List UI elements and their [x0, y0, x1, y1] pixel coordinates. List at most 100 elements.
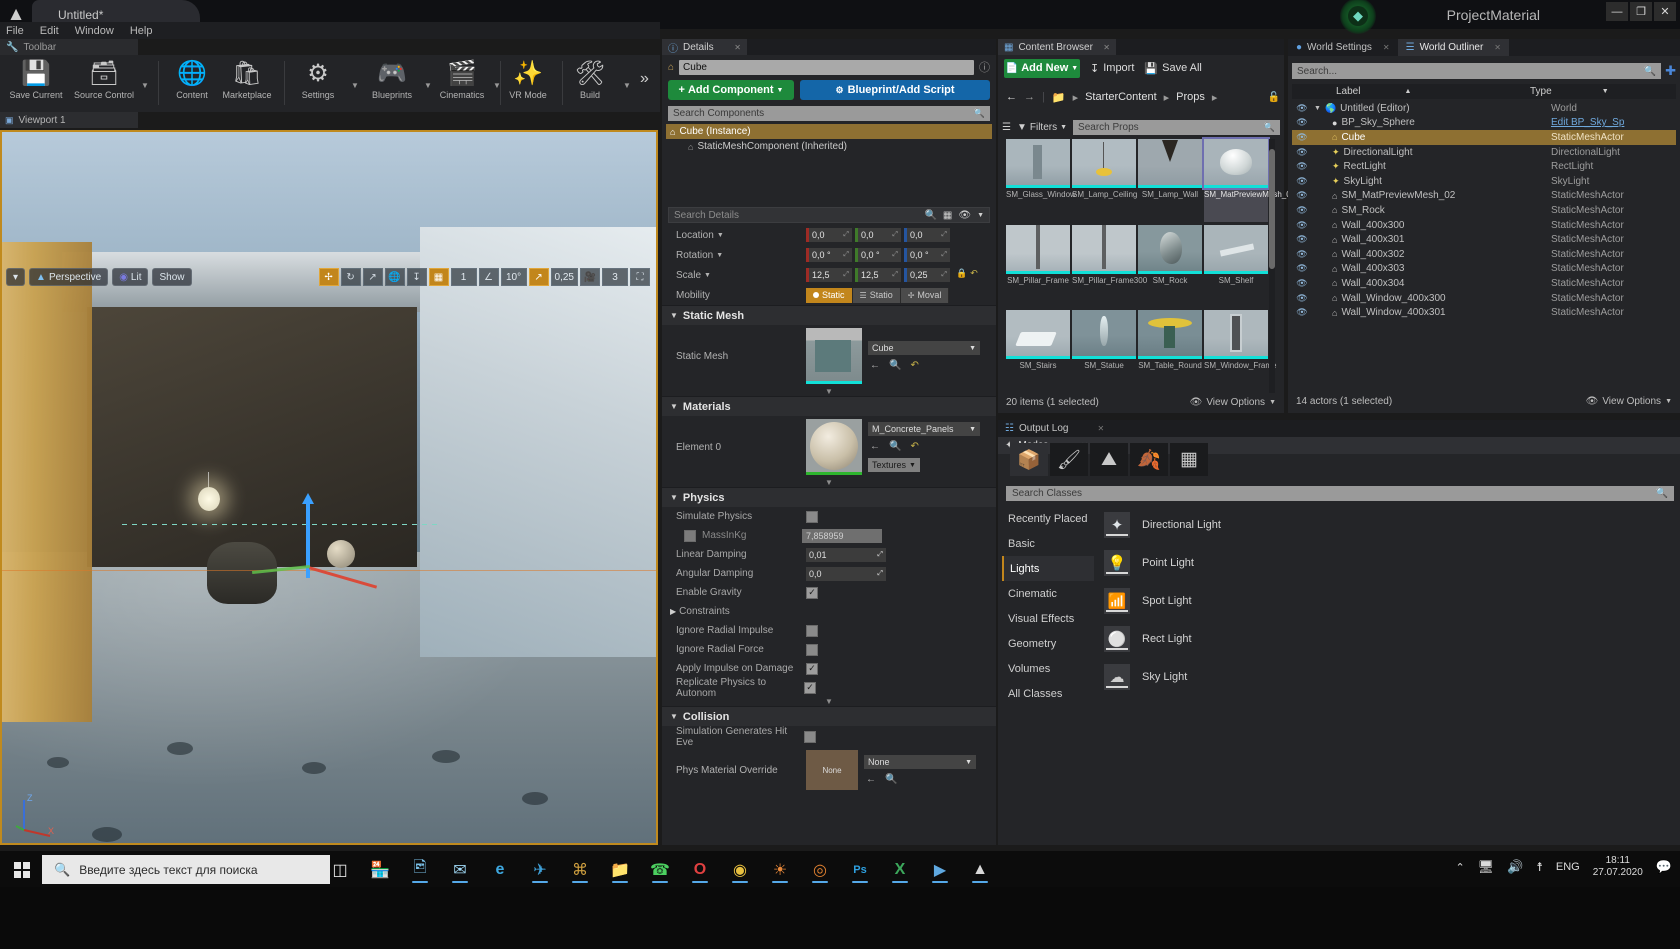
outliner-row-cube[interactable]: 👁 ⌂ Cube StaticMeshActor	[1292, 130, 1676, 145]
breadcrumb-starter-content[interactable]: StarterContent	[1085, 91, 1157, 103]
asset-tile[interactable]: SM_Window_Frame	[1204, 310, 1276, 393]
paint-mode-icon[interactable]: 🖌	[1050, 443, 1088, 476]
translate-gizmo-icon[interactable]: ✢	[318, 268, 339, 286]
minimize-button[interactable]: —	[1606, 2, 1628, 21]
tab-close-icon[interactable]: ✕	[1494, 43, 1501, 52]
mass-override-checkbox[interactable]	[684, 529, 696, 542]
mobility-static-button[interactable]: Static	[806, 287, 853, 303]
opera-icon[interactable]: O	[685, 855, 715, 884]
save-all-button[interactable]: 💾 Save All	[1144, 62, 1201, 75]
photos-icon[interactable]: 🖻	[405, 855, 435, 884]
cinematics-button[interactable]: 🎬 Cinematics	[430, 57, 494, 110]
simulation-generates-hit-events-checkbox[interactable]	[804, 731, 816, 743]
help-circle-icon[interactable]: ⓘ	[979, 59, 990, 75]
visibility-eye-icon[interactable]: 👁	[1292, 307, 1312, 318]
add-plus-icon[interactable]: ✚	[1665, 63, 1676, 79]
lock-icon[interactable]: 🔒	[956, 268, 967, 282]
location-x-field[interactable]: 0,0 ⤢	[806, 228, 852, 242]
outliner-row-wall-400x303[interactable]: 👁 ⌂ Wall_400x303 StaticMeshActor	[1292, 262, 1676, 277]
visibility-eye-icon[interactable]: 👁	[1292, 103, 1312, 114]
grid-snap-icon[interactable]: ▦	[428, 268, 449, 286]
viewport-options-dropdown[interactable]: ▾	[6, 268, 26, 286]
outliner-row-bp-sky-sphere[interactable]: 👁 ● BP_Sky_Sphere Edit BP_Sky_Sp	[1292, 116, 1676, 131]
visibility-eye-icon[interactable]: 👁	[1292, 176, 1312, 187]
file-explorer-icon[interactable]: 📁	[605, 855, 635, 884]
world-outliner-view-options[interactable]: View Options	[1602, 396, 1661, 407]
content-browser-search-input[interactable]: Search Props 🔍	[1073, 120, 1280, 135]
visibility-eye-icon[interactable]: 👁	[1292, 293, 1312, 304]
tab-close-icon[interactable]: ✕	[1097, 424, 1104, 433]
outliner-row-wall-400x300[interactable]: 👁 ⌂ Wall_400x300 StaticMeshActor	[1292, 218, 1676, 233]
place-mode-icon[interactable]: 📦	[1010, 443, 1048, 476]
modes-search-input[interactable]: Search Classes 🔍	[1006, 486, 1674, 501]
component-root-row[interactable]: ⌂ Cube (Instance)	[666, 124, 992, 139]
source-control-caret-icon[interactable]: ▼	[141, 81, 149, 90]
outliner-row-sm-rock[interactable]: 👁 ⌂ SM_Rock StaticMeshActor	[1292, 203, 1676, 218]
geometry-editing-icon[interactable]: ▦	[1170, 443, 1208, 476]
place-entry-spot-light[interactable]: 📶 Spot Light	[1100, 582, 1670, 620]
mode-category-visual-effects[interactable]: Visual Effects	[1002, 606, 1094, 631]
details-tab-close-icon[interactable]: ✕	[734, 43, 741, 52]
enable-gravity-checkbox[interactable]: ✓	[806, 586, 818, 599]
visibility-eye-icon[interactable]: 👁	[1292, 205, 1312, 216]
marketplace-button[interactable]: 🛍 Marketplace	[215, 57, 279, 110]
world-outliner-search-input[interactable]: Search... 🔍	[1292, 63, 1662, 79]
place-entry-point-light[interactable]: 💡 Point Light	[1100, 544, 1670, 582]
place-entry-rect-light[interactable]: ⚪ Rect Light	[1100, 620, 1670, 658]
mode-category-recently-placed[interactable]: Recently Placed	[1002, 506, 1094, 531]
outliner-row-wall-400x301[interactable]: 👁 ⌂ Wall_400x301 StaticMeshActor	[1292, 232, 1676, 247]
whatsapp-icon[interactable]: ☎	[645, 855, 675, 884]
outliner-row-wall-window-400x300[interactable]: 👁 ⌂ Wall_Window_400x300 StaticMeshActor	[1292, 291, 1676, 306]
scale-snap-icon[interactable]: ↗	[528, 268, 549, 286]
column-label-header[interactable]: Label	[1336, 86, 1360, 97]
tray-chevron-icon[interactable]: ⌃	[1455, 861, 1464, 874]
scale-x-field[interactable]: 12,5 ⤢	[806, 268, 852, 282]
mode-category-volumes[interactable]: Volumes	[1002, 656, 1094, 681]
add-new-button[interactable]: 📄 Add New ▼	[1004, 58, 1080, 78]
chevron-down-icon[interactable]: ▼	[977, 212, 984, 219]
outliner-type-link[interactable]: Edit BP_Sky_Sp	[1551, 117, 1676, 128]
visibility-eye-icon[interactable]: 👁	[1292, 278, 1312, 289]
sources-panel-icon[interactable]: ☰	[1002, 122, 1011, 133]
world-coordinate-icon[interactable]: 🌐	[384, 268, 405, 286]
filters-button[interactable]: ▼ Filters ▼	[1017, 122, 1067, 133]
asset-tile[interactable]: SM_Rock	[1138, 224, 1202, 308]
outliner-row-wall-400x304[interactable]: 👁 ⌂ Wall_400x304 StaticMeshActor	[1292, 276, 1676, 291]
build-button[interactable]: 🛠 Build	[558, 57, 622, 110]
outliner-row-sm-matpreviewmesh-02[interactable]: 👁 ⌂ SM_MatPreviewMesh_02 StaticMeshActor	[1292, 189, 1676, 204]
angular-damping-field[interactable]: 0,0 ⤢	[806, 566, 886, 581]
maximize-viewport-icon[interactable]: ⛶	[630, 268, 650, 286]
asset-tile[interactable]: SM_Statue	[1072, 310, 1136, 393]
microsoft-store-icon[interactable]: 🏪	[365, 855, 395, 884]
add-component-button[interactable]: + Add Component ▼	[668, 80, 794, 100]
show-menu-button[interactable]: Show	[152, 268, 192, 286]
search-components-input[interactable]: Search Components 🔍	[668, 106, 990, 121]
outliner-row-wall-window-400x301[interactable]: 👁 ⌂ Wall_Window_400x301 StaticMeshActor	[1292, 305, 1676, 320]
video-icon[interactable]: ▶	[925, 855, 955, 884]
visibility-eye-icon[interactable]: 👁	[1292, 117, 1312, 128]
outliner-row-sky-light[interactable]: 👁 ✦ SkyLight SkyLight	[1292, 174, 1676, 189]
asset-tile[interactable]: SM_Lamp_Ceiling	[1072, 139, 1137, 222]
textures-button[interactable]: Textures ▼	[868, 458, 920, 472]
location-z-field[interactable]: 0,0 ⤢	[904, 228, 950, 242]
menu-window[interactable]: Window	[75, 25, 114, 37]
reset-icon[interactable]: ↶	[910, 441, 918, 452]
visibility-eye-icon[interactable]: 👁	[1292, 234, 1312, 245]
place-entry-directional-light[interactable]: ✦ Directional Light	[1100, 506, 1670, 544]
tab-output-log[interactable]: ☷ Output Log ✕	[998, 420, 1680, 437]
place-entry-sky-light[interactable]: ☁ Sky Light	[1100, 658, 1670, 696]
angle-snap-value[interactable]: 10°	[500, 268, 527, 286]
viewport-tab[interactable]: ▣ Viewport 1	[0, 112, 138, 128]
excel-icon[interactable]: X	[885, 855, 915, 884]
menu-file[interactable]: File	[6, 25, 24, 37]
mode-category-geometry[interactable]: Geometry	[1002, 631, 1094, 656]
menu-help[interactable]: Help	[130, 25, 153, 37]
column-type-header[interactable]: Type	[1530, 86, 1552, 97]
physics-section-header[interactable]: ▼ Physics	[662, 487, 996, 507]
task-view-icon[interactable]: ◫	[325, 855, 355, 884]
ignore-radial-force-checkbox[interactable]	[806, 643, 818, 656]
mobility-movable-button[interactable]: ✢ Moval	[900, 287, 950, 303]
asset-tile[interactable]: SM_Pillar_Frame300	[1072, 224, 1147, 308]
lighting-mode-button[interactable]: ◉ Lit	[112, 268, 149, 286]
notifications-icon[interactable]: 💬	[1656, 859, 1672, 875]
